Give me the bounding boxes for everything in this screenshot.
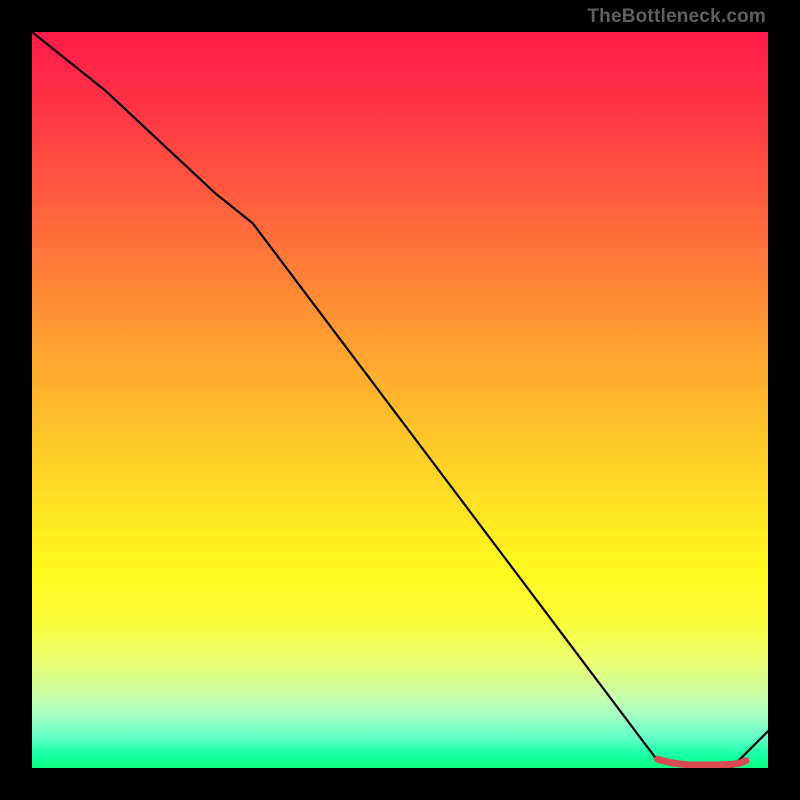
series-marker-band xyxy=(658,759,746,765)
plot-area xyxy=(32,32,768,768)
series-curve xyxy=(32,32,768,768)
chart-frame: TheBottleneck.com xyxy=(0,0,800,800)
chart-svg xyxy=(32,32,768,768)
watermark-text: TheBottleneck.com xyxy=(587,6,766,28)
